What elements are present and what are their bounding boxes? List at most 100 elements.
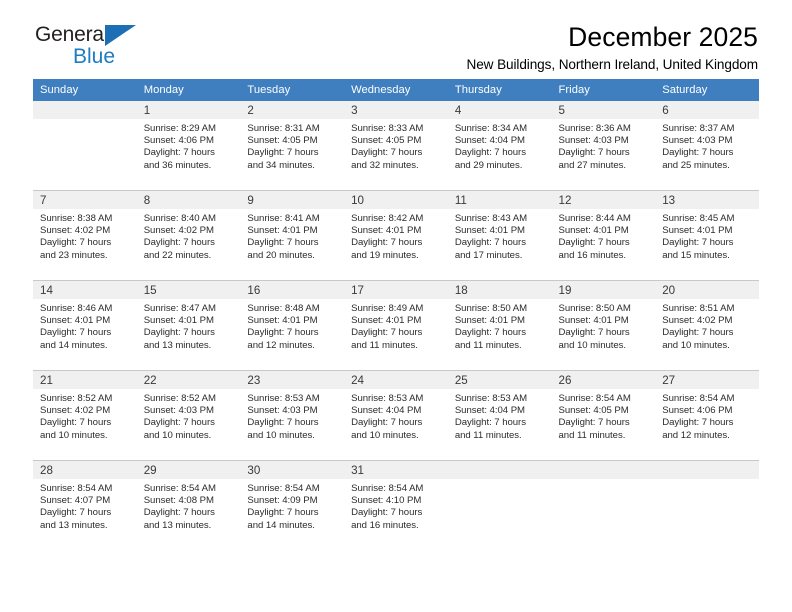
calendar-day-cell[interactable]: 9 Sunrise: 8:41 AM Sunset: 4:01 PM Daylight… [240,190,345,281]
day-number: 19 [551,281,656,299]
calendar-day-cell[interactable]: 10 Sunrise: 8:42 AM Sunset: 4:01 PM Dayligh… [344,190,448,281]
sunset-text: Sunset: 4:01 PM [247,315,318,327]
daylight-text-line1: Daylight: 7 hours [40,507,112,519]
calendar-day-cell[interactable]: 11 Sunrise: 8:43 AM Sunset: 4:01 PM Dayligh… [447,190,552,281]
calendar-day-cell[interactable]: 24 Sunrise: 8:53 AM Sunset: 4:04 PM Dayligh… [344,370,448,461]
calendar-day-cell[interactable]: 29 Sunrise: 8:54 AM Sunset: 4:08 PM Dayligh… [136,460,241,550]
daylight-text-line1: Daylight: 7 hours [247,327,319,339]
calendar-day-cell[interactable]: 1 Sunrise: 8:29 AM Sunset: 4:06 PM Daylight… [136,101,241,191]
day-cell-inner: 25 Sunrise: 8:53 AM Sunset: 4:04 PM Dayligh… [447,371,552,460]
calendar-day-cell[interactable]: 20 Sunrise: 8:51 AM Sunset: 4:02 PM Dayligh… [655,280,759,371]
calendar-day-cell[interactable]: 31 Sunrise: 8:54 AM Sunset: 4:10 PM Dayligh… [344,460,448,550]
calendar-day-cell[interactable]: 17 Sunrise: 8:49 AM Sunset: 4:01 PM Dayligh… [344,280,448,371]
calendar-day-cell[interactable]: 25 Sunrise: 8:53 AM Sunset: 4:04 PM Dayligh… [447,370,552,461]
day-cell-inner: 17 Sunrise: 8:49 AM Sunset: 4:01 PM Dayligh… [344,281,448,370]
weekday-header-saturday: Saturday [655,79,759,101]
sunset-text: Sunset: 4:01 PM [662,225,733,237]
day-cell-inner: 12 Sunrise: 8:44 AM Sunset: 4:01 PM Dayligh… [551,191,656,280]
calendar-page: General Blue December 2025 New Buildings… [0,0,792,612]
calendar-day-cell[interactable]: 18 Sunrise: 8:50 AM Sunset: 4:01 PM Dayligh… [447,280,552,371]
day-details: Sunrise: 8:50 AM Sunset: 4:01 PM Daylight:… [552,299,656,352]
daylight-text-line2: and 12 minutes. [662,429,730,441]
day-details: Sunrise: 8:46 AM Sunset: 4:01 PM Daylight:… [33,299,137,352]
day-cell-inner: 5 Sunrise: 8:36 AM Sunset: 4:03 PM Daylight… [551,101,656,190]
sunrise-text: Sunrise: 8:54 AM [662,393,735,404]
daylight-text-line1: Daylight: 7 hours [662,237,734,249]
daylight-text-line1: Daylight: 7 hours [454,147,526,159]
day-number: 25 [447,371,552,389]
sunrise-text: Sunrise: 8:43 AM [454,213,528,224]
daylight-text-line1: Daylight: 7 hours [454,237,526,249]
calendar-day-cell-empty [447,460,552,550]
daylight-text-line2: and 10 minutes. [247,429,315,441]
calendar-day-cell[interactable]: 14 Sunrise: 8:46 AM Sunset: 4:01 PM Dayligh… [33,280,137,371]
day-number: 15 [136,281,241,299]
daylight-text-line1: Daylight: 7 hours [454,327,526,339]
day-number: 23 [240,371,345,389]
day-details: Sunrise: 8:34 AM Sunset: 4:04 PM Daylight:… [448,119,552,172]
calendar-day-cell[interactable]: 26 Sunrise: 8:54 AM Sunset: 4:05 PM Dayligh… [551,370,656,461]
weekday-header-monday: Monday [136,79,241,101]
daylight-text-line2: and 16 minutes. [351,519,419,531]
general-blue-logo[interactable]: General Blue [35,24,165,74]
sunrise-text: Sunrise: 8:38 AM [40,213,113,224]
daylight-text-line2: and 14 minutes. [247,519,315,531]
calendar-day-cell[interactable]: 12 Sunrise: 8:44 AM Sunset: 4:01 PM Dayligh… [551,190,656,281]
sunset-text: Sunset: 4:01 PM [351,315,422,327]
calendar-day-cell[interactable]: 6 Sunrise: 8:37 AM Sunset: 4:03 PM Daylight… [655,101,759,191]
calendar-day-cell[interactable]: 4 Sunrise: 8:34 AM Sunset: 4:04 PM Daylight… [447,101,552,191]
calendar-day-cell[interactable]: 8 Sunrise: 8:40 AM Sunset: 4:02 PM Daylight… [136,190,241,281]
daylight-text-line2: and 34 minutes. [247,159,315,171]
calendar-day-cell[interactable]: 16 Sunrise: 8:48 AM Sunset: 4:01 PM Dayligh… [240,280,345,371]
daylight-text-line1: Daylight: 7 hours [143,417,215,429]
daylight-text-line2: and 19 minutes. [351,249,419,261]
sunrise-text: Sunrise: 8:52 AM [40,393,113,404]
calendar-day-cell[interactable]: 2 Sunrise: 8:31 AM Sunset: 4:05 PM Daylight… [240,101,345,191]
day-cell-inner: 24 Sunrise: 8:53 AM Sunset: 4:04 PM Dayligh… [344,371,448,460]
calendar-day-cell[interactable]: 23 Sunrise: 8:53 AM Sunset: 4:03 PM Dayligh… [240,370,345,461]
calendar-day-cell[interactable]: 7 Sunrise: 8:38 AM Sunset: 4:02 PM Daylight… [33,190,137,281]
calendar-day-cell[interactable]: 3 Sunrise: 8:33 AM Sunset: 4:05 PM Daylight… [344,101,448,191]
day-cell-inner: 14 Sunrise: 8:46 AM Sunset: 4:01 PM Dayligh… [33,281,137,370]
daylight-text-line2: and 11 minutes. [454,429,522,441]
daylight-text-line1: Daylight: 7 hours [351,327,423,339]
day-number: 26 [551,371,656,389]
daylight-text-line1: Daylight: 7 hours [558,147,630,159]
day-number: 22 [136,371,241,389]
day-cell-inner: 7 Sunrise: 8:38 AM Sunset: 4:02 PM Daylight… [33,191,137,280]
day-number: 28 [33,461,137,479]
sunset-text: Sunset: 4:04 PM [351,405,422,417]
sunrise-text: Sunrise: 8:44 AM [558,213,631,224]
calendar-day-cell[interactable]: 22 Sunrise: 8:52 AM Sunset: 4:03 PM Dayligh… [136,370,241,461]
day-details: Sunrise: 8:48 AM Sunset: 4:01 PM Daylight:… [240,299,344,352]
weekday-header-wednesday: Wednesday [344,79,448,101]
calendar-day-cell[interactable]: 19 Sunrise: 8:50 AM Sunset: 4:01 PM Dayligh… [551,280,656,371]
day-details: Sunrise: 8:53 AM Sunset: 4:03 PM Daylight:… [240,389,344,442]
day-number: 6 [655,101,759,119]
daylight-text-line2: and 22 minutes. [143,249,212,261]
day-number: 17 [344,281,448,299]
calendar-day-cell[interactable]: 28 Sunrise: 8:54 AM Sunset: 4:07 PM Dayligh… [33,460,137,550]
day-details: Sunrise: 8:52 AM Sunset: 4:02 PM Daylight:… [33,389,137,442]
day-number: 12 [551,191,656,209]
day-number: 3 [344,101,448,119]
calendar-day-cell-empty [655,460,759,550]
daylight-text-line2: and 10 minutes. [351,429,419,441]
day-cell-inner: 23 Sunrise: 8:53 AM Sunset: 4:03 PM Dayligh… [240,371,345,460]
calendar-day-cell[interactable]: 13 Sunrise: 8:45 AM Sunset: 4:01 PM Dayligh… [655,190,759,281]
daylight-text-line2: and 10 minutes. [558,339,627,351]
calendar-day-cell[interactable]: 15 Sunrise: 8:47 AM Sunset: 4:01 PM Dayligh… [136,280,241,371]
sunrise-text: Sunrise: 8:49 AM [351,303,424,314]
calendar-header-row: Sunday Monday Tuesday Wednesday Thursday Frid… [33,79,759,101]
calendar-day-cell[interactable]: 30 Sunrise: 8:54 AM Sunset: 4:09 PM Dayligh… [240,460,345,550]
sunrise-text: Sunrise: 8:37 AM [662,123,735,134]
calendar-day-cell[interactable]: 5 Sunrise: 8:36 AM Sunset: 4:03 PM Daylight… [551,101,656,191]
day-number: 4 [447,101,552,119]
calendar-day-cell[interactable]: 27 Sunrise: 8:54 AM Sunset: 4:06 PM Dayligh… [655,370,759,461]
calendar-day-cell[interactable]: 21 Sunrise: 8:52 AM Sunset: 4:02 PM Dayligh… [33,370,137,461]
sunset-text: Sunset: 4:10 PM [351,495,422,507]
day-cell-inner: 2 Sunrise: 8:31 AM Sunset: 4:05 PM Daylight… [240,101,345,190]
daylight-text-line1: Daylight: 7 hours [40,237,112,249]
day-details: Sunrise: 8:37 AM Sunset: 4:03 PM Daylight:… [655,119,759,172]
sunset-text: Sunset: 4:06 PM [662,405,733,417]
